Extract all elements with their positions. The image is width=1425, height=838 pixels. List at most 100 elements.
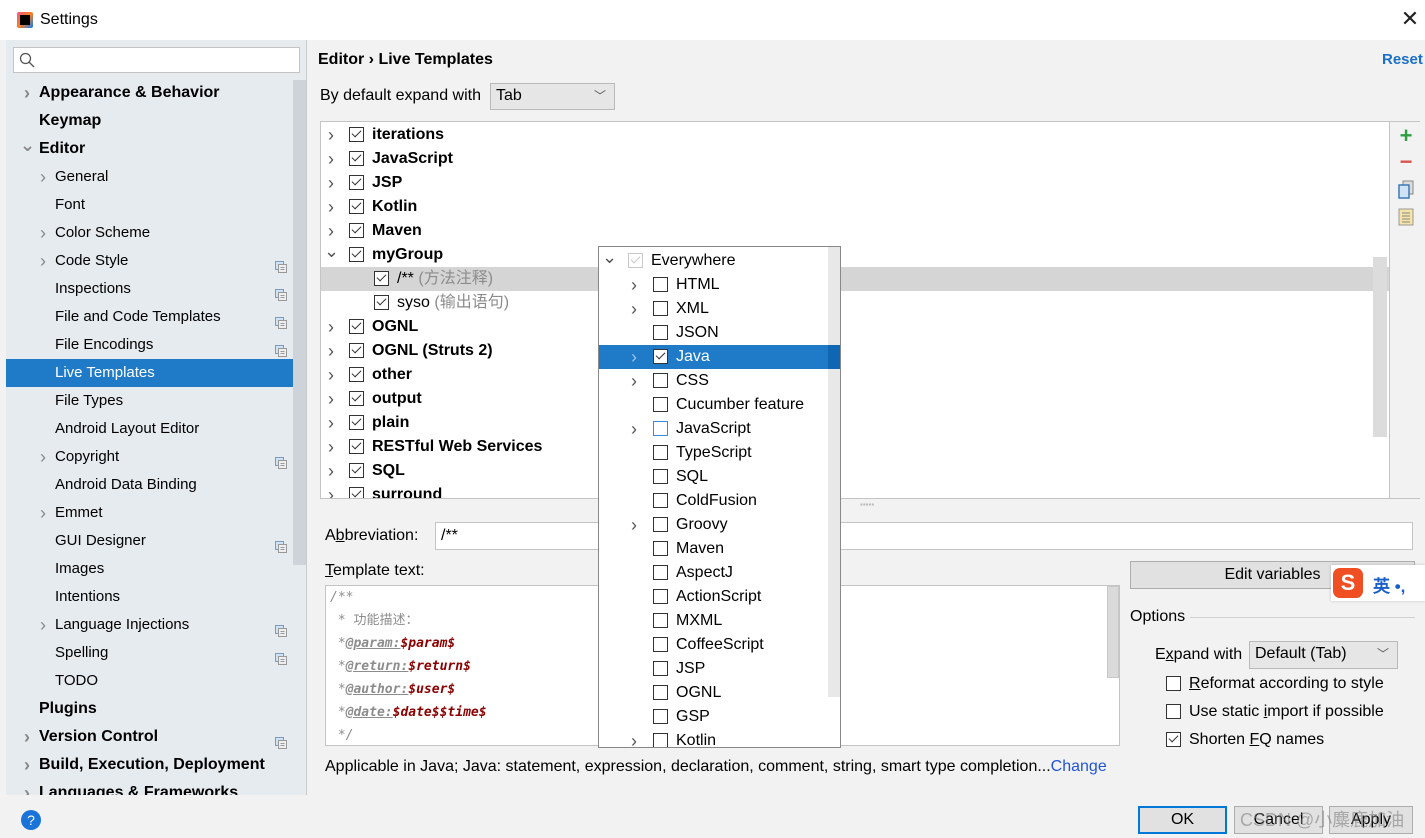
- reset-link[interactable]: Reset: [1382, 51, 1423, 68]
- context-checkbox[interactable]: [653, 541, 668, 556]
- template-checkbox[interactable]: [349, 175, 364, 190]
- context-checkbox[interactable]: [653, 709, 668, 724]
- template-checkbox[interactable]: [349, 223, 364, 238]
- chevron-right-icon[interactable]: ›: [20, 79, 34, 107]
- sidebar-scrollbar-thumb[interactable]: [293, 80, 307, 565]
- context-checkbox[interactable]: [653, 685, 668, 700]
- sidebar-item[interactable]: Keymap: [6, 107, 293, 135]
- template-group-row[interactable]: › OGNL (Struts 2): [321, 339, 1389, 363]
- chevron-down-icon[interactable]: ⌄: [602, 247, 617, 269]
- context-item[interactable]: › Groovy: [599, 513, 839, 537]
- context-checkbox[interactable]: [653, 325, 668, 340]
- popup-scrollbar[interactable]: [828, 247, 840, 697]
- context-checkbox[interactable]: [653, 469, 668, 484]
- template-checkbox[interactable]: [349, 247, 364, 262]
- context-item[interactable]: Maven: [599, 537, 839, 561]
- template-checkbox[interactable]: [374, 271, 389, 286]
- default-expand-select[interactable]: Tab ﹀: [490, 83, 615, 110]
- template-group-row[interactable]: › output: [321, 387, 1389, 411]
- chevron-right-icon[interactable]: ›: [36, 499, 50, 527]
- template-checkbox[interactable]: [349, 319, 364, 334]
- sidebar-item[interactable]: File Encodings: [6, 331, 293, 359]
- context-checkbox[interactable]: [628, 253, 643, 268]
- context-checkbox[interactable]: [653, 349, 668, 364]
- context-checkbox[interactable]: [653, 373, 668, 388]
- settings-search-input[interactable]: [13, 47, 300, 73]
- template-group-row[interactable]: › RESTful Web Services: [321, 435, 1389, 459]
- add-icon[interactable]: +: [1396, 125, 1416, 147]
- context-checkbox[interactable]: [653, 493, 668, 508]
- sidebar-item[interactable]: TODO: [6, 667, 293, 695]
- chevron-right-icon[interactable]: ›: [627, 297, 641, 321]
- context-checkbox[interactable]: [653, 301, 668, 316]
- expand-with-select[interactable]: Default (Tab) ﹀: [1249, 641, 1398, 669]
- option-checkbox[interactable]: [1166, 676, 1181, 691]
- context-item[interactable]: CoffeeScript: [599, 633, 839, 657]
- sidebar-item[interactable]: › Copyright: [6, 443, 293, 471]
- chevron-right-icon[interactable]: ›: [36, 611, 50, 639]
- context-item[interactable]: TypeScript: [599, 441, 839, 465]
- template-group-row[interactable]: › JSP: [321, 171, 1389, 195]
- apply-button[interactable]: Apply: [1329, 806, 1413, 834]
- sidebar-item[interactable]: Font: [6, 191, 293, 219]
- sidebar-item[interactable]: › Version Control: [6, 723, 293, 751]
- sidebar-item[interactable]: › General: [6, 163, 293, 191]
- template-checkbox[interactable]: [349, 439, 364, 454]
- change-contexts-link[interactable]: Change: [1051, 758, 1107, 775]
- chevron-right-icon[interactable]: ›: [324, 339, 338, 363]
- template-checkbox[interactable]: [349, 151, 364, 166]
- chevron-right-icon[interactable]: ›: [627, 345, 641, 369]
- template-group-row[interactable]: ⌄ myGroup: [321, 241, 1389, 267]
- chevron-right-icon[interactable]: ›: [324, 435, 338, 459]
- context-item[interactable]: › XML: [599, 297, 839, 321]
- template-checkbox[interactable]: [349, 199, 364, 214]
- chevron-right-icon[interactable]: ›: [627, 369, 641, 393]
- close-icon[interactable]: ✕: [1399, 8, 1421, 30]
- context-item[interactable]: › JavaScript: [599, 417, 839, 441]
- option-checkbox[interactable]: [1166, 732, 1181, 747]
- sidebar-item[interactable]: File Types: [6, 387, 293, 415]
- chevron-down-icon[interactable]: ⌄: [324, 239, 339, 263]
- template-row[interactable]: syso (输出语句): [321, 291, 1389, 315]
- chevron-right-icon[interactable]: ›: [324, 147, 338, 171]
- context-item[interactable]: GSP: [599, 705, 839, 729]
- context-item[interactable]: JSP: [599, 657, 839, 681]
- sidebar-item[interactable]: ⌄ Editor: [6, 135, 293, 163]
- context-checkbox[interactable]: [653, 277, 668, 292]
- context-item[interactable]: › HTML: [599, 273, 839, 297]
- chevron-right-icon[interactable]: ›: [627, 417, 641, 441]
- sidebar-item[interactable]: GUI Designer: [6, 527, 293, 555]
- splitter-handle[interactable]: ▪▪▪▪▪: [860, 500, 880, 509]
- chevron-right-icon[interactable]: ›: [20, 751, 34, 779]
- chevron-right-icon[interactable]: ›: [324, 483, 338, 498]
- sidebar-item[interactable]: › Language Injections: [6, 611, 293, 639]
- template-group-row[interactable]: › Kotlin: [321, 195, 1389, 219]
- chevron-right-icon[interactable]: ›: [20, 779, 34, 795]
- chevron-right-icon[interactable]: ›: [627, 273, 641, 297]
- chevron-right-icon[interactable]: ›: [20, 723, 34, 751]
- sidebar-item[interactable]: › Code Style: [6, 247, 293, 275]
- context-checkbox[interactable]: [653, 637, 668, 652]
- templates-scrollbar-thumb[interactable]: [1373, 257, 1387, 437]
- template-checkbox[interactable]: [349, 415, 364, 430]
- template-checkbox[interactable]: [349, 343, 364, 358]
- ime-indicator[interactable]: S 英 •,: [1331, 565, 1425, 601]
- sidebar-item[interactable]: › Build, Execution, Deployment: [6, 751, 293, 779]
- context-item[interactable]: ColdFusion: [599, 489, 839, 513]
- cancel-button[interactable]: Cancel: [1234, 806, 1323, 834]
- chevron-right-icon[interactable]: ›: [36, 219, 50, 247]
- sidebar-item[interactable]: Images: [6, 555, 293, 583]
- context-item[interactable]: AspectJ: [599, 561, 839, 585]
- context-checkbox[interactable]: [653, 589, 668, 604]
- sidebar-item[interactable]: › Languages & Frameworks: [6, 779, 293, 795]
- context-item[interactable]: JSON: [599, 321, 839, 345]
- context-item[interactable]: MXML: [599, 609, 839, 633]
- template-group-row[interactable]: › iterations: [321, 123, 1389, 147]
- context-item[interactable]: › Kotlin: [599, 729, 839, 747]
- chevron-right-icon[interactable]: ›: [36, 163, 50, 191]
- template-group-row[interactable]: › OGNL: [321, 315, 1389, 339]
- template-checkbox[interactable]: [349, 463, 364, 478]
- template-group-row[interactable]: › plain: [321, 411, 1389, 435]
- context-item[interactable]: › CSS: [599, 369, 839, 393]
- context-checkbox[interactable]: [653, 661, 668, 676]
